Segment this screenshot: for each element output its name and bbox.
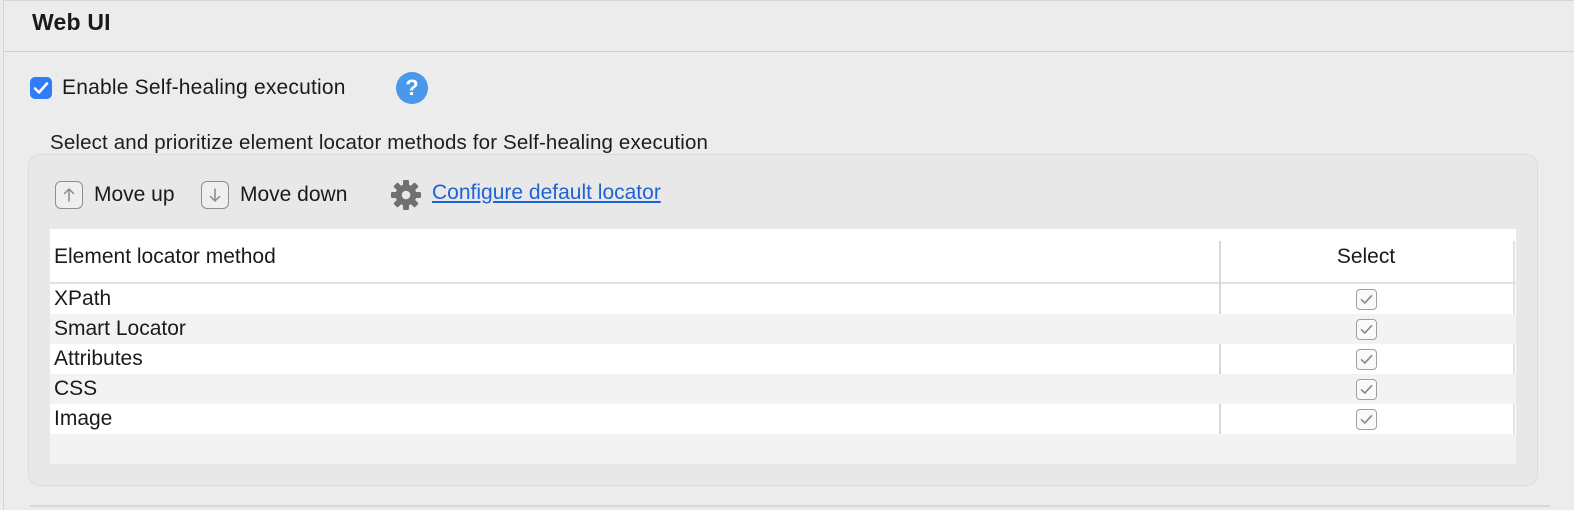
table-body: XPath Smart Locator Attributes CSS Image <box>50 284 1516 464</box>
help-icon[interactable]: ? <box>396 72 428 104</box>
move-down-button[interactable]: Move down <box>201 180 347 210</box>
locator-method-name: XPath <box>54 287 112 310</box>
configure-default-locator-link[interactable]: Configure default locator <box>432 181 661 205</box>
gear-icon[interactable] <box>389 178 423 212</box>
move-up-label: Move up <box>94 183 175 206</box>
checkmark-icon <box>1360 324 1373 334</box>
column-header-method[interactable]: Element locator method <box>54 245 276 269</box>
bottom-divider <box>30 505 1550 507</box>
locator-method-name: CSS <box>54 377 98 400</box>
select-checkbox[interactable] <box>1356 349 1377 370</box>
move-up-button[interactable]: Move up <box>55 180 175 210</box>
table-header: Element locator method Select <box>50 229 1516 284</box>
table-row[interactable]: Smart Locator <box>50 314 1516 344</box>
table-row[interactable]: Attributes <box>50 344 1516 374</box>
section-header: Web UI <box>4 0 1574 52</box>
table-row[interactable]: Image <box>50 404 1516 434</box>
column-header-select[interactable]: Select <box>1220 245 1512 269</box>
select-checkbox[interactable] <box>1356 319 1377 340</box>
enable-self-healing-label[interactable]: Enable Self-healing execution <box>62 76 346 100</box>
locator-methods-table: Element locator method Select XPath Smar… <box>50 229 1516 464</box>
arrow-up-icon <box>55 181 83 209</box>
table-row[interactable]: CSS <box>50 374 1516 404</box>
select-checkbox[interactable] <box>1356 289 1377 310</box>
checkmark-icon <box>1360 294 1373 304</box>
checkmark-icon <box>33 82 49 94</box>
arrow-down-icon <box>201 181 229 209</box>
table-row-empty <box>50 434 1516 464</box>
locator-group-caption: Select and prioritize element locator me… <box>50 131 709 154</box>
locator-method-name: Image <box>54 407 113 430</box>
checkmark-icon <box>1360 414 1373 424</box>
locator-method-name: Smart Locator <box>54 317 186 340</box>
select-checkbox[interactable] <box>1356 379 1377 400</box>
table-row[interactable]: XPath <box>50 284 1516 314</box>
section-title: Web UI <box>32 9 111 35</box>
checkbox-checked-icon[interactable] <box>30 77 52 99</box>
checkmark-icon <box>1360 354 1373 364</box>
move-down-label: Move down <box>240 183 348 206</box>
checkmark-icon <box>1360 384 1373 394</box>
locator-method-name: Attributes <box>54 347 143 370</box>
enable-self-healing-checkbox[interactable]: Enable Self-healing execution <box>30 73 346 103</box>
select-checkbox[interactable] <box>1356 409 1377 430</box>
